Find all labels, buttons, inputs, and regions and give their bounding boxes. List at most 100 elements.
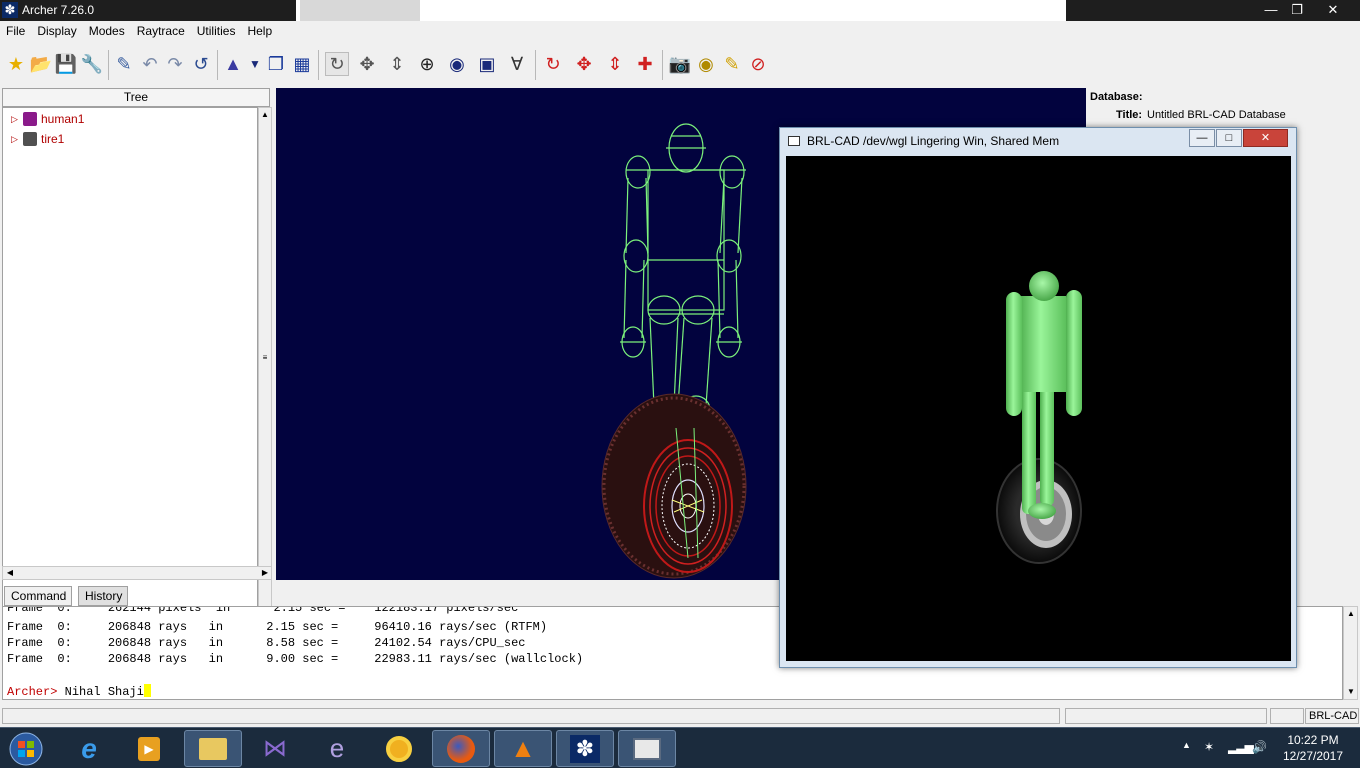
rendered-image [996, 271, 1082, 564]
center-object-icon[interactable]: ✚ [633, 52, 657, 76]
prompt-label: Archer> [7, 685, 58, 699]
arrays-icon[interactable]: ▦ [290, 52, 314, 76]
rotate-view-icon[interactable]: ↻ [325, 52, 349, 76]
menu-file[interactable]: File [0, 21, 31, 38]
menu-modes[interactable]: Modes [83, 21, 131, 38]
network-status-icon[interactable]: ✶ [1204, 740, 1214, 754]
vlc-cone-icon: ▲ [510, 733, 536, 763]
windows-logo-icon [9, 732, 43, 765]
tray-expand-icon[interactable]: ▲ [1182, 740, 1191, 750]
rotate-object-icon[interactable]: ↻ [541, 52, 565, 76]
raytrace-render [786, 156, 1291, 661]
close-button[interactable]: ✕ [1243, 129, 1288, 147]
undo-icon[interactable]: ↶ [138, 52, 162, 76]
scroll-up-icon[interactable]: ▲ [1345, 609, 1357, 618]
expand-icon[interactable]: ▷ [11, 114, 23, 125]
menu-help[interactable]: Help [241, 21, 278, 38]
translate-object-icon[interactable]: ✥ [572, 52, 596, 76]
firefox-taskbar-icon[interactable] [432, 730, 490, 767]
play-icon: ▶ [138, 736, 160, 761]
abort-icon[interactable]: ⊘ [746, 52, 770, 76]
camera-icon[interactable]: 📷 [668, 52, 692, 76]
tab-history[interactable]: History [78, 586, 128, 606]
status-message [2, 708, 1060, 724]
archer-icon: ✽ [570, 734, 600, 763]
volume-icon[interactable]: 🔊 [1252, 740, 1267, 754]
menu-raytrace[interactable]: Raytrace [131, 21, 191, 38]
redo-icon[interactable]: ↷ [163, 52, 187, 76]
translate-view-icon[interactable]: ✥ [355, 52, 379, 76]
menu-utilities[interactable]: Utilities [191, 21, 242, 38]
title-value[interactable]: Untitled BRL-CAD Database [1147, 109, 1286, 121]
ie-icon: e [81, 732, 97, 764]
scroll-left-icon[interactable]: ◀ [4, 568, 16, 577]
tree-horizontal-scrollbar[interactable]: ◀ ▶ [2, 566, 272, 580]
center-view-icon[interactable]: ⊕ [415, 52, 439, 76]
restore-button[interactable]: ❐ [1280, 0, 1314, 19]
scale-object-icon[interactable]: ⇕ [603, 52, 627, 76]
command-prompt-line[interactable]: Archer> Nihal Shaji [7, 684, 151, 699]
close-button[interactable]: ✕ [1316, 0, 1350, 19]
archer-taskbar-icon[interactable]: ✽ [556, 730, 614, 767]
vlc-taskbar-icon[interactable]: ▲ [494, 730, 552, 767]
clear-icon[interactable]: ✎ [720, 52, 744, 76]
open-icon[interactable]: 📂 [29, 52, 53, 76]
raytrace-icon[interactable]: ◉ [694, 52, 718, 76]
scroll-up-icon[interactable]: ▲ [259, 110, 271, 119]
command-input[interactable]: Nihal Shaji [65, 685, 144, 699]
clock-date: 12/27/2017 [1282, 749, 1344, 763]
wizard-icon[interactable]: ▲ [221, 52, 245, 76]
clock[interactable]: 10:22 PM 12/27/2017 [1270, 732, 1356, 764]
cube-select-icon[interactable]: ▣ [475, 52, 499, 76]
framebuffer-title-bar[interactable]: BRL-CAD /dev/wgl Lingering Win, Shared M… [780, 128, 1296, 155]
edit-icon[interactable]: ✎ [112, 52, 136, 76]
status-field [1270, 708, 1304, 724]
components-icon[interactable]: ❐ [264, 52, 288, 76]
minimize-button[interactable]: — [1189, 129, 1215, 147]
framebuffer-window: BRL-CAD /dev/wgl Lingering Win, Shared M… [779, 127, 1297, 668]
text-cursor [143, 684, 151, 697]
tree-panel: Tree ▷ human1 ▷ tire1 ▲ ≡ ▼ ◀ ▶ [0, 88, 272, 654]
console-line: Frame 0: 262144 pixels in 2.15 sec = 122… [7, 606, 519, 615]
menu-display[interactable]: Display [31, 21, 82, 38]
scroll-grip-icon[interactable]: ≡ [259, 353, 271, 362]
title-bar: ✽ Archer 7.26.0 — ❐ ✕ [0, 0, 1360, 21]
terminal-taskbar-icon[interactable] [618, 730, 676, 767]
console-line: Frame 0: 206848 rays in 9.00 sec = 22983… [7, 652, 584, 666]
tree-item-human1[interactable]: ▷ human1 [11, 110, 84, 128]
file-explorer-taskbar-icon[interactable] [184, 730, 242, 767]
console-line: Frame 0: 206848 rays in 8.58 sec = 24102… [7, 636, 526, 650]
tab-command[interactable]: Command [4, 586, 72, 606]
folder-icon [199, 737, 227, 760]
new-icon[interactable]: ★ [4, 52, 28, 76]
scale-view-icon[interactable]: ⇕ [385, 52, 409, 76]
maximize-button[interactable]: □ [1216, 129, 1242, 147]
preferences-icon[interactable]: 🔧 [80, 52, 104, 76]
revert-icon[interactable]: ↺ [189, 52, 213, 76]
chrome-taskbar-icon[interactable] [370, 730, 428, 767]
internet-explorer-taskbar-icon[interactable]: e [60, 730, 118, 767]
window-title: Archer 7.26.0 [22, 3, 95, 17]
taskbar: e ▶ ⋈ е ▲ ✽ ▲ ✶ ▂▃▅ 🔊 10:22 PM 12/27/201… [0, 727, 1360, 768]
scroll-down-icon[interactable]: ▼ [1345, 687, 1357, 696]
start-button[interactable] [2, 730, 50, 767]
visual-studio-taskbar-icon[interactable]: ⋈ [246, 730, 304, 767]
menu-bar: File Display Modes Raytrace Utilities Help [0, 21, 1360, 42]
visual-studio-icon: ⋈ [263, 735, 287, 762]
tree-item-tire1[interactable]: ▷ tire1 [11, 130, 64, 148]
media-player-taskbar-icon[interactable]: ▶ [120, 730, 178, 767]
window-icon [633, 737, 661, 760]
window-icon [788, 136, 800, 146]
tire-wireframe [601, 393, 747, 579]
app-taskbar-icon[interactable]: е [308, 730, 366, 767]
console-scrollbar[interactable]: ▲ ▼ [1343, 606, 1358, 700]
app-icon: ✽ [2, 2, 18, 18]
save-icon[interactable]: 💾 [54, 52, 78, 76]
expand-icon[interactable]: ▷ [11, 134, 23, 145]
measure-icon[interactable]: ∀ [505, 52, 529, 76]
signal-icon[interactable]: ▂▃▅ [1228, 740, 1254, 754]
component-pick-icon[interactable]: ◉ [445, 52, 469, 76]
tree-item-label: tire1 [41, 132, 65, 146]
object-icon [23, 132, 37, 146]
scroll-right-icon[interactable]: ▶ [259, 568, 271, 577]
